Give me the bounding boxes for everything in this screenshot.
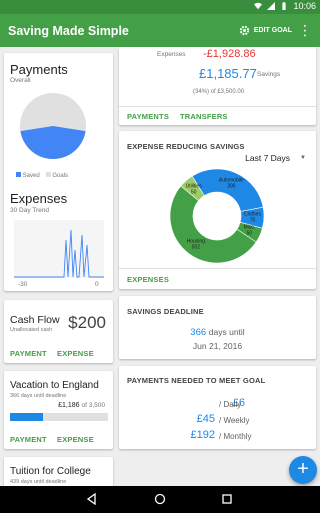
add-button[interactable]: + <box>289 456 317 484</box>
donut-label-misc: 50 <box>247 231 253 237</box>
goal-target-amount: of 3,500 <box>81 402 106 409</box>
expense-reducing-divider <box>119 268 316 269</box>
cash-flow-card[interactable]: Cash Flow Unallocated cash $200 PAYMENT … <box>4 300 113 363</box>
cash-flow-amount: $200 <box>68 313 106 332</box>
payment-rate-weekly-period: / Weekly <box>219 416 250 425</box>
edit-goal-button[interactable]: EDIT GOAL <box>239 25 292 36</box>
transfers-button[interactable]: TRANSFERS <box>180 112 228 121</box>
app-title: Saving Made Simple <box>8 24 129 38</box>
goal-subtitle-vacation: 366 days until deadline <box>10 393 67 399</box>
summary-expenses-value: -£1,928.86 <box>203 48 256 60</box>
cash-flow-payment-button[interactable]: PAYMENT <box>10 349 47 358</box>
cash-flow-title: Cash Flow <box>10 314 60 326</box>
expense-donut-chart: Utilities50Automobile300Clothes70Misc.50… <box>169 168 265 264</box>
deadline-date: Jun 21, 2016 <box>192 341 243 351</box>
wifi-icon <box>254 2 263 10</box>
range-dropdown[interactable]: Last 7 Days ▼ <box>245 153 306 163</box>
status-bar: 10:06 <box>0 0 320 14</box>
pie-slice-saved <box>20 126 86 159</box>
range-dropdown-value: Last 7 Days <box>245 153 291 163</box>
summary-savings-value: £1,185.77 <box>199 66 257 81</box>
gear-icon <box>239 25 250 36</box>
goal-card-vacation[interactable]: Vacation to England 366 days until deadl… <box>4 371 113 449</box>
expenses-subtitle: 30 Day Trend <box>10 207 50 214</box>
signal-icon <box>267 2 276 10</box>
savings-deadline-card: SAVINGS DEADLINE 366 days until Jun 21, … <box>119 296 316 359</box>
donut-label-automobile: 300 <box>227 183 236 189</box>
payments-subtitle: Overall <box>10 77 31 84</box>
expense-reducing-card[interactable]: EXPENSE REDUCING SAVINGS Last 7 Days ▼ U… <box>119 131 316 289</box>
goal-saved-amount: £1,186 <box>58 402 80 409</box>
payments-needed-title: PAYMENTS NEEDED TO MEET GOAL <box>127 376 266 385</box>
payments-needed-card: PAYMENTS NEEDED TO MEET GOAL £6 / Daily … <box>119 366 316 449</box>
cash-flow-expense-button[interactable]: EXPENSE <box>57 349 94 358</box>
expenses-trend-chart <box>14 220 104 278</box>
donut-label-utilities: 50 <box>191 189 197 195</box>
plus-icon: + <box>297 458 309 480</box>
summary-expenses-label: Expenses <box>157 51 186 58</box>
payments-title: Payments <box>10 62 68 77</box>
trend-axis-left: -30 <box>18 281 28 288</box>
status-time: 10:06 <box>293 1 316 11</box>
trend-axis-right: 0 <box>95 281 99 288</box>
donut-label-housing: 502 <box>192 244 201 250</box>
donut-label-clothes: 70 <box>250 217 256 223</box>
expenses-button[interactable]: EXPENSES <box>127 275 169 284</box>
goal-progress-bar <box>10 413 108 421</box>
legend-goals: Goals <box>45 172 68 179</box>
expense-reducing-title: EXPENSE REDUCING SAVINGS <box>127 142 245 151</box>
payment-rate-monthly: £192 <box>119 429 215 441</box>
back-icon[interactable] <box>86 493 98 505</box>
dropdown-arrow-icon: ▼ <box>300 155 306 161</box>
payment-rate-daily-period: / Daily <box>219 400 242 409</box>
navigation-bar <box>0 486 320 513</box>
savings-summary-card[interactable]: Expenses -£1,928.86 £1,185.77 Savings (3… <box>119 47 316 125</box>
deadline-days-label: days until <box>208 327 245 337</box>
edit-goal-label: EDIT GOAL <box>253 27 292 34</box>
payment-rate-amount: £45 <box>196 413 215 425</box>
goal-title-vacation: Vacation to England <box>10 380 99 391</box>
payments-pie-chart <box>20 93 86 159</box>
vacation-expense-button[interactable]: EXPENSE <box>57 435 94 444</box>
expenses-title: Expenses <box>10 191 68 206</box>
donut-hole <box>193 192 241 240</box>
deadline-days: 366 days until <box>119 327 316 338</box>
summary-percent: (34%) of £3,500.00 <box>193 89 245 95</box>
deadline-days-value: 366 <box>190 327 207 338</box>
payment-rate-amount: £192 <box>190 429 215 441</box>
goal-title-college: Tuition for College <box>10 466 91 477</box>
goal-saved-vacation: £1,186 of 3,500 <box>58 402 105 409</box>
summary-divider <box>119 106 316 107</box>
payment-rate-monthly-period: / Monthly <box>219 432 252 441</box>
legend-saved: Saved <box>16 172 40 179</box>
cash-flow-subtitle: Unallocated cash <box>10 327 53 333</box>
savings-deadline-title: SAVINGS DEADLINE <box>127 307 204 316</box>
payment-rate-weekly: £45 <box>119 413 215 425</box>
recents-icon[interactable] <box>221 493 233 505</box>
battery-icon <box>282 2 287 10</box>
goal-subtitle-college: 439 days until deadline <box>10 479 67 485</box>
payments-card[interactable]: Payments Overall Saved Goals Expenses 30… <box>4 53 113 291</box>
payments-button[interactable]: PAYMENTS <box>127 112 169 121</box>
payments-legend: Saved Goals <box>16 172 68 179</box>
summary-savings-label: Savings <box>257 71 281 78</box>
goal-progress-fill <box>10 413 44 421</box>
app-bar: Saving Made Simple EDIT GOAL ⋮ <box>0 14 320 47</box>
home-icon[interactable] <box>154 493 166 505</box>
vacation-payment-button[interactable]: PAYMENT <box>10 435 47 444</box>
more-options-icon[interactable]: ⋮ <box>298 22 312 39</box>
